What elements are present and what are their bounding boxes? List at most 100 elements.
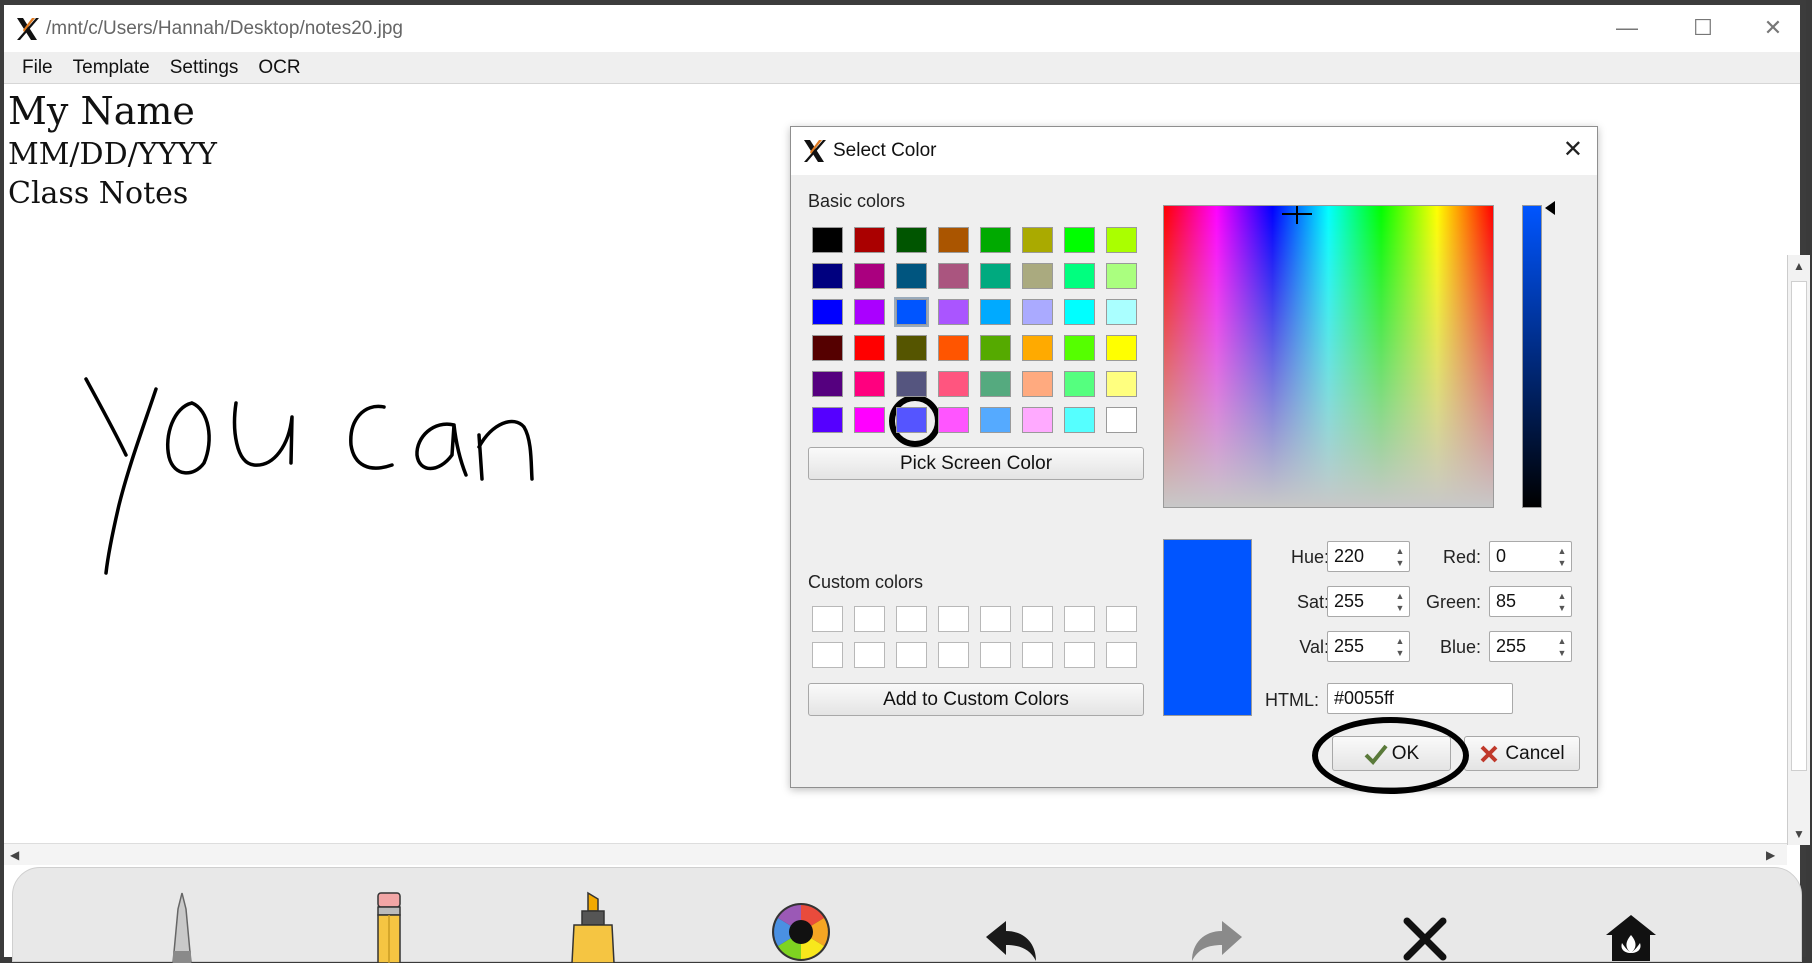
basic-color-swatch[interactable] xyxy=(896,335,927,361)
custom-color-swatch[interactable] xyxy=(1064,606,1095,632)
pick-screen-color-button[interactable]: Pick Screen Color xyxy=(808,447,1144,480)
basic-color-swatch[interactable] xyxy=(1022,227,1053,253)
basic-color-swatch[interactable] xyxy=(1106,371,1137,397)
basic-color-swatch[interactable] xyxy=(894,297,929,327)
basic-color-swatch[interactable] xyxy=(980,227,1011,253)
redo-button[interactable] xyxy=(1182,888,1252,963)
basic-color-swatch[interactable] xyxy=(1106,299,1137,325)
basic-color-swatch[interactable] xyxy=(812,407,843,433)
html-hex-input[interactable]: #0055ff xyxy=(1327,683,1513,714)
minimize-button[interactable]: — xyxy=(1607,11,1647,45)
basic-color-swatch[interactable] xyxy=(812,227,843,253)
add-to-custom-colors-button[interactable]: Add to Custom Colors xyxy=(808,683,1144,716)
cancel-button[interactable]: Cancel xyxy=(1464,736,1580,771)
basic-color-swatch[interactable] xyxy=(1106,407,1137,433)
custom-color-swatch[interactable] xyxy=(980,606,1011,632)
basic-color-swatch[interactable] xyxy=(854,371,885,397)
basic-color-swatch[interactable] xyxy=(854,335,885,361)
basic-color-swatch[interactable] xyxy=(1022,407,1053,433)
custom-color-swatch[interactable] xyxy=(938,606,969,632)
basic-color-swatch[interactable] xyxy=(1064,263,1095,289)
slider-pointer-icon[interactable] xyxy=(1543,201,1555,215)
basic-color-swatch[interactable] xyxy=(1022,371,1053,397)
basic-color-swatch[interactable] xyxy=(812,371,843,397)
basic-color-swatch[interactable] xyxy=(896,263,927,289)
color-tool-button[interactable] xyxy=(766,888,836,963)
scroll-right-icon[interactable]: ▶ xyxy=(1766,848,1775,862)
basic-color-swatch[interactable] xyxy=(812,335,843,361)
basic-color-swatch[interactable] xyxy=(938,263,969,289)
custom-color-swatch[interactable] xyxy=(854,606,885,632)
clear-button[interactable] xyxy=(1390,888,1460,963)
custom-color-swatch[interactable] xyxy=(1022,642,1053,668)
basic-color-swatch[interactable] xyxy=(854,227,885,253)
basic-color-swatch[interactable] xyxy=(938,299,969,325)
basic-color-swatch[interactable] xyxy=(1022,335,1053,361)
basic-color-swatch[interactable] xyxy=(854,407,885,433)
basic-color-swatch[interactable] xyxy=(1022,263,1053,289)
maximize-button[interactable]: ☐ xyxy=(1683,11,1723,45)
custom-color-swatch[interactable] xyxy=(980,642,1011,668)
basic-color-swatch[interactable] xyxy=(938,335,969,361)
basic-color-swatch[interactable] xyxy=(1106,263,1137,289)
custom-color-swatch[interactable] xyxy=(812,642,843,668)
vertical-scrollbar[interactable]: ▲ ▼ xyxy=(1787,255,1810,845)
val-spinbox[interactable]: 255 ▲ ▼ xyxy=(1327,631,1410,662)
scroll-left-icon[interactable]: ◀ xyxy=(10,848,19,862)
pencil-tool-button[interactable] xyxy=(354,888,424,963)
menu-settings[interactable]: Settings xyxy=(160,53,249,83)
red-spinbox[interactable]: 0 ▲ ▼ xyxy=(1489,541,1572,572)
basic-color-swatch[interactable] xyxy=(980,335,1011,361)
scroll-down-icon[interactable]: ▼ xyxy=(1793,827,1805,841)
basic-color-swatch[interactable] xyxy=(980,299,1011,325)
custom-color-swatch[interactable] xyxy=(1106,606,1137,632)
custom-color-swatch[interactable] xyxy=(854,642,885,668)
basic-color-swatch[interactable] xyxy=(938,227,969,253)
basic-color-swatch[interactable] xyxy=(896,371,927,397)
green-spinbox[interactable]: 85 ▲ ▼ xyxy=(1489,586,1572,617)
basic-color-swatch[interactable] xyxy=(938,371,969,397)
basic-color-swatch[interactable] xyxy=(896,407,927,433)
custom-color-swatch[interactable] xyxy=(896,606,927,632)
basic-color-swatch[interactable] xyxy=(854,299,885,325)
menu-file[interactable]: File xyxy=(12,53,63,83)
scroll-up-icon[interactable]: ▲ xyxy=(1793,259,1805,273)
basic-color-swatch[interactable] xyxy=(938,407,969,433)
blue-spinbox[interactable]: 255 ▲ ▼ xyxy=(1489,631,1572,662)
home-button[interactable] xyxy=(1596,888,1666,963)
sat-spinbox[interactable]: 255 ▲ ▼ xyxy=(1327,586,1410,617)
basic-color-swatch[interactable] xyxy=(1064,407,1095,433)
basic-color-swatch[interactable] xyxy=(1106,335,1137,361)
custom-color-swatch[interactable] xyxy=(1064,642,1095,668)
undo-button[interactable] xyxy=(976,888,1046,963)
pen-tool-button[interactable] xyxy=(147,888,217,963)
custom-color-swatch[interactable] xyxy=(812,606,843,632)
dialog-close-button[interactable]: ✕ xyxy=(1563,135,1583,164)
highlighter-tool-button[interactable] xyxy=(558,888,628,963)
basic-color-swatch[interactable] xyxy=(812,299,843,325)
custom-color-swatch[interactable] xyxy=(1106,642,1137,668)
horizontal-scrollbar[interactable]: ◀ ▶ xyxy=(4,843,1787,865)
menu-ocr[interactable]: OCR xyxy=(248,53,310,83)
basic-color-swatch[interactable] xyxy=(854,263,885,289)
basic-color-swatch[interactable] xyxy=(896,227,927,253)
hue-saturation-picker[interactable] xyxy=(1163,205,1494,508)
basic-color-swatch[interactable] xyxy=(980,263,1011,289)
menu-template[interactable]: Template xyxy=(63,53,160,83)
vertical-scroll-thumb[interactable] xyxy=(1791,281,1807,771)
custom-color-swatch[interactable] xyxy=(938,642,969,668)
basic-color-swatch[interactable] xyxy=(1064,299,1095,325)
basic-color-swatch[interactable] xyxy=(1064,227,1095,253)
spin-down-icon[interactable]: ▼ xyxy=(1555,601,1569,614)
value-slider[interactable] xyxy=(1522,205,1542,508)
basic-color-swatch[interactable] xyxy=(1064,335,1095,361)
spin-down-icon[interactable]: ▼ xyxy=(1555,646,1569,659)
custom-color-swatch[interactable] xyxy=(896,642,927,668)
basic-color-swatch[interactable] xyxy=(980,407,1011,433)
basic-color-swatch[interactable] xyxy=(980,371,1011,397)
spin-down-icon[interactable]: ▼ xyxy=(1555,556,1569,569)
basic-color-swatch[interactable] xyxy=(812,263,843,289)
close-window-button[interactable]: ✕ xyxy=(1753,11,1793,45)
basic-color-swatch[interactable] xyxy=(1106,227,1137,253)
basic-color-swatch[interactable] xyxy=(1022,299,1053,325)
